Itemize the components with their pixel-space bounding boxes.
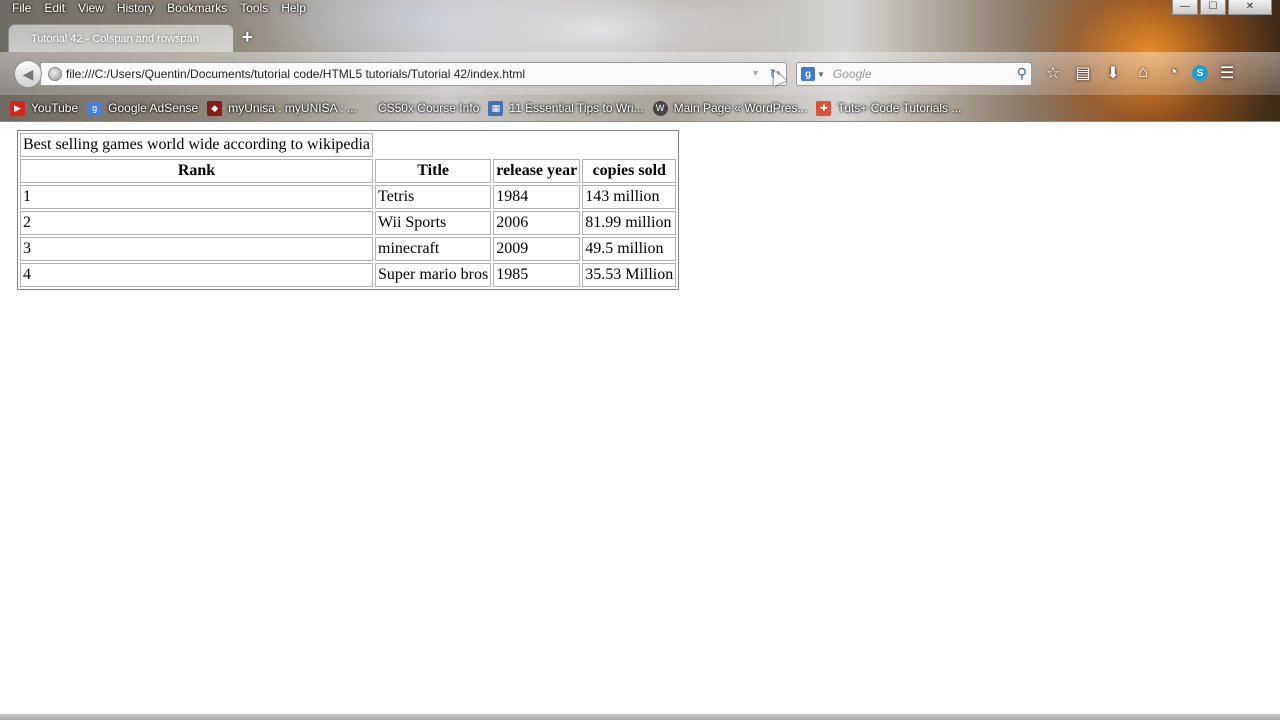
menu-tools[interactable]: Tools: [233, 0, 274, 16]
new-tab-button[interactable]: +: [242, 27, 253, 48]
back-arrow-icon: ◀: [22, 65, 34, 82]
tab-active[interactable]: Tutorial 42 - Colspan and rowspan: [8, 24, 234, 52]
cell-copies-sold: 49.5 million: [582, 237, 677, 261]
navigation-bar: file:///C:/Users/Quentin/Documents/tutor…: [0, 52, 1280, 95]
bookmark-label: Google AdSense: [108, 101, 199, 115]
table-row: 4 Super mario bros 1985 35.53 Million: [20, 263, 677, 287]
search-engine-dropdown-icon[interactable]: ▼: [817, 70, 825, 79]
best-selling-games-table: Best selling games world wide according …: [17, 130, 680, 290]
menu-edit[interactable]: Edit: [37, 0, 71, 16]
menu-bar: File Edit View History Bookmarks Tools H…: [0, 0, 312, 16]
window-controls: — ☐ ✕: [1172, 0, 1272, 15]
google-search-engine-icon[interactable]: g: [801, 67, 815, 81]
bookmark-wordpress[interactable]: W Main Page « WordPres...: [652, 100, 808, 116]
google-icon: g: [87, 100, 103, 116]
bookmark-label: YouTube: [31, 101, 79, 115]
bookmark-label: 11 Essential Tips to Wri...: [509, 101, 644, 115]
search-bar[interactable]: g ▼ Google ⚲: [796, 62, 1032, 86]
cell-copies-sold: 81.99 million: [582, 211, 677, 235]
maximize-button[interactable]: ☐: [1200, 0, 1226, 15]
cell-rank: 3: [20, 237, 374, 261]
menu-history[interactable]: History: [110, 0, 160, 16]
cell-copies-sold: 143 million: [582, 185, 677, 209]
cell-title: Super mario bros: [375, 263, 492, 287]
menu-bookmarks[interactable]: Bookmarks: [160, 0, 233, 16]
header-copies-sold: copies sold: [582, 159, 677, 183]
globe-icon: [48, 67, 62, 81]
bookmark-label: Tuts+ Code Tutorials ...: [837, 101, 962, 115]
bookmark-google-adsense[interactable]: g Google AdSense: [87, 100, 199, 116]
menu-file[interactable]: File: [0, 0, 37, 16]
bookmark-label: Main Page « WordPres...: [673, 101, 808, 115]
browser-chrome: File Edit View History Bookmarks Tools H…: [0, 0, 1280, 122]
header-rank: Rank: [20, 159, 374, 183]
table-row: 2 Wii Sports 2006 81.99 million: [20, 211, 677, 235]
cell-rank: 4: [20, 263, 374, 287]
table-row: 3 minecraft 2009 49.5 million: [20, 237, 677, 261]
skype-icon[interactable]: S: [1192, 65, 1208, 81]
table-row: 1 Tetris 1984 143 million: [20, 185, 677, 209]
table-title: Best selling games world wide according …: [20, 133, 374, 157]
bookmark-youtube[interactable]: ▶ YouTube: [10, 100, 79, 116]
tuts-icon: ✚: [816, 100, 832, 116]
home-icon[interactable]: ⌂: [1132, 62, 1154, 84]
cell-title: minecraft: [375, 237, 492, 261]
cell-release-year: 2006: [493, 211, 581, 235]
cell-rank: 1: [20, 185, 374, 209]
cell-rank: 2: [20, 211, 374, 235]
cell-copies-sold: 35.53 Million: [582, 263, 677, 287]
cell-release-year: 1985: [493, 263, 581, 287]
cell-title: Tetris: [375, 185, 492, 209]
cell-release-year: 1984: [493, 185, 581, 209]
bookmarks-bar: ▶ YouTube g Google AdSense ◆ myUnisa : m…: [10, 99, 970, 117]
bookmark-label: myUnisa : myUNISA : ...: [228, 101, 357, 115]
back-button[interactable]: ◀: [14, 60, 42, 88]
youtube-icon: ▶: [10, 100, 25, 116]
url-dropdown-icon[interactable]: ▼: [751, 68, 760, 78]
url-bar[interactable]: file:///C:/Users/Quentin/Documents/tutor…: [40, 62, 787, 86]
circle-icon[interactable]: ◔: [1162, 62, 1184, 84]
unisa-icon: ◆: [207, 100, 223, 116]
page-content: Best selling games world wide according …: [0, 122, 1280, 714]
reading-list-icon[interactable]: ▤: [1072, 62, 1094, 84]
cell-title: Wii Sports: [375, 211, 492, 235]
menu-icon[interactable]: ☰: [1216, 62, 1238, 84]
bookmark-essential-tips[interactable]: ▦ 11 Essential Tips to Wri...: [488, 100, 644, 116]
download-icon[interactable]: ⬇: [1102, 62, 1124, 84]
wordpress-icon: W: [652, 100, 668, 116]
toolbar-icons: ☆ ▤ ⬇ ⌂ ◔ S ☰: [1042, 62, 1238, 84]
bookmark-tuts[interactable]: ✚ Tuts+ Code Tutorials ...: [816, 100, 962, 116]
table-title-row: Best selling games world wide according …: [20, 133, 676, 157]
search-icon[interactable]: ⚲: [1017, 65, 1027, 82]
search-input[interactable]: Google: [833, 67, 872, 81]
star-icon[interactable]: ☆: [1042, 62, 1064, 84]
header-title: Title: [375, 159, 492, 183]
header-release-year: release year: [493, 159, 581, 183]
bookmark-label: CS50x Course Info: [377, 101, 480, 115]
menu-help[interactable]: Help: [274, 0, 312, 16]
status-bar: [0, 714, 1280, 720]
bookmark-cs50x[interactable]: CS50x Course Info: [378, 101, 479, 115]
url-text[interactable]: file:///C:/Users/Quentin/Documents/tutor…: [66, 67, 525, 81]
table-header-row: Rank Title release year copies sold: [20, 159, 677, 183]
menu-view[interactable]: View: [71, 0, 110, 16]
minimize-button[interactable]: —: [1172, 0, 1198, 15]
tab-title: Tutorial 42 - Colspan and rowspan: [31, 32, 199, 45]
page-icon: ▦: [488, 100, 504, 116]
cell-release-year: 2009: [493, 237, 581, 261]
close-button[interactable]: ✕: [1228, 0, 1272, 15]
bookmark-myunisa[interactable]: ◆ myUnisa : myUNISA : ...: [207, 100, 357, 116]
